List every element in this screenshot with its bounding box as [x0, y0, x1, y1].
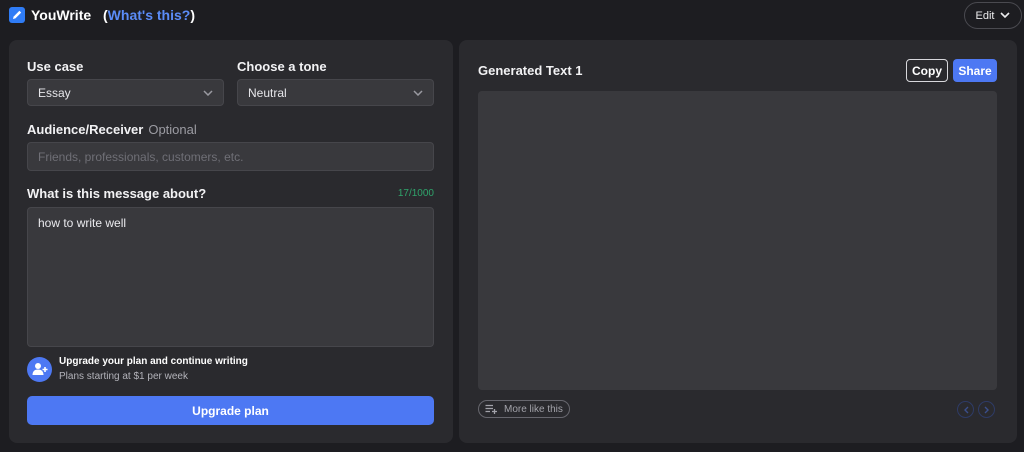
- chevron-down-icon: [1000, 12, 1011, 19]
- use-case-label: Use case: [27, 59, 84, 74]
- upgrade-plan-button[interactable]: Upgrade plan: [27, 396, 434, 425]
- input-panel: Use case Essay Choose a tone Neutral Aud…: [9, 40, 453, 443]
- share-button[interactable]: Share: [953, 59, 997, 82]
- output-panel: Generated Text 1 Copy Share More like th…: [459, 40, 1017, 443]
- optional-hint: Optional: [148, 122, 197, 137]
- user-plus-icon: [27, 356, 52, 382]
- chevron-down-icon: [203, 89, 213, 96]
- next-button[interactable]: [978, 401, 995, 418]
- upgrade-text: Upgrade your plan and continue writing P…: [59, 356, 248, 382]
- top-bar: YouWrite (What's this?) Edit: [0, 0, 1024, 34]
- brand: YouWrite: [9, 7, 91, 23]
- message-label: What is this message about?: [27, 186, 207, 201]
- tone-label: Choose a tone: [237, 59, 327, 74]
- audience-label: Audience/Receiver Optional: [27, 122, 197, 137]
- character-counter: 17/1000: [397, 188, 434, 199]
- upgrade-info: Upgrade your plan and continue writing P…: [27, 356, 248, 382]
- message-textarea[interactable]: how to write well: [27, 207, 434, 347]
- whats-this: (What's this?): [103, 7, 195, 23]
- pen-icon: [9, 7, 25, 23]
- edit-label: Edit: [975, 9, 995, 22]
- chevron-down-icon: [413, 89, 423, 96]
- tone-select[interactable]: Neutral: [237, 79, 434, 106]
- more-like-this-label: More like this: [504, 403, 563, 415]
- use-case-select[interactable]: Essay: [27, 79, 224, 106]
- whats-this-link[interactable]: What's this?: [108, 7, 191, 23]
- previous-button[interactable]: [957, 401, 974, 418]
- upgrade-title: Upgrade your plan and continue writing: [59, 356, 248, 367]
- use-case-value: Essay: [38, 85, 71, 100]
- audience-input[interactable]: [27, 142, 434, 171]
- audience-label-text: Audience/Receiver: [27, 122, 144, 137]
- edit-button[interactable]: Edit: [964, 2, 1022, 29]
- copy-button[interactable]: Copy: [906, 59, 948, 82]
- list-add-icon: [485, 404, 497, 414]
- more-like-this-button[interactable]: More like this: [478, 400, 570, 418]
- generated-text-title: Generated Text 1: [478, 63, 583, 78]
- brand-name: YouWrite: [31, 7, 92, 23]
- whats-this-close-paren: ): [190, 7, 196, 23]
- tone-value: Neutral: [248, 85, 287, 100]
- chevron-right-icon: [984, 406, 989, 413]
- generated-text-area: [478, 91, 997, 390]
- chevron-left-icon: [963, 406, 968, 413]
- upgrade-subtitle: Plans starting at $1 per week: [59, 371, 188, 382]
